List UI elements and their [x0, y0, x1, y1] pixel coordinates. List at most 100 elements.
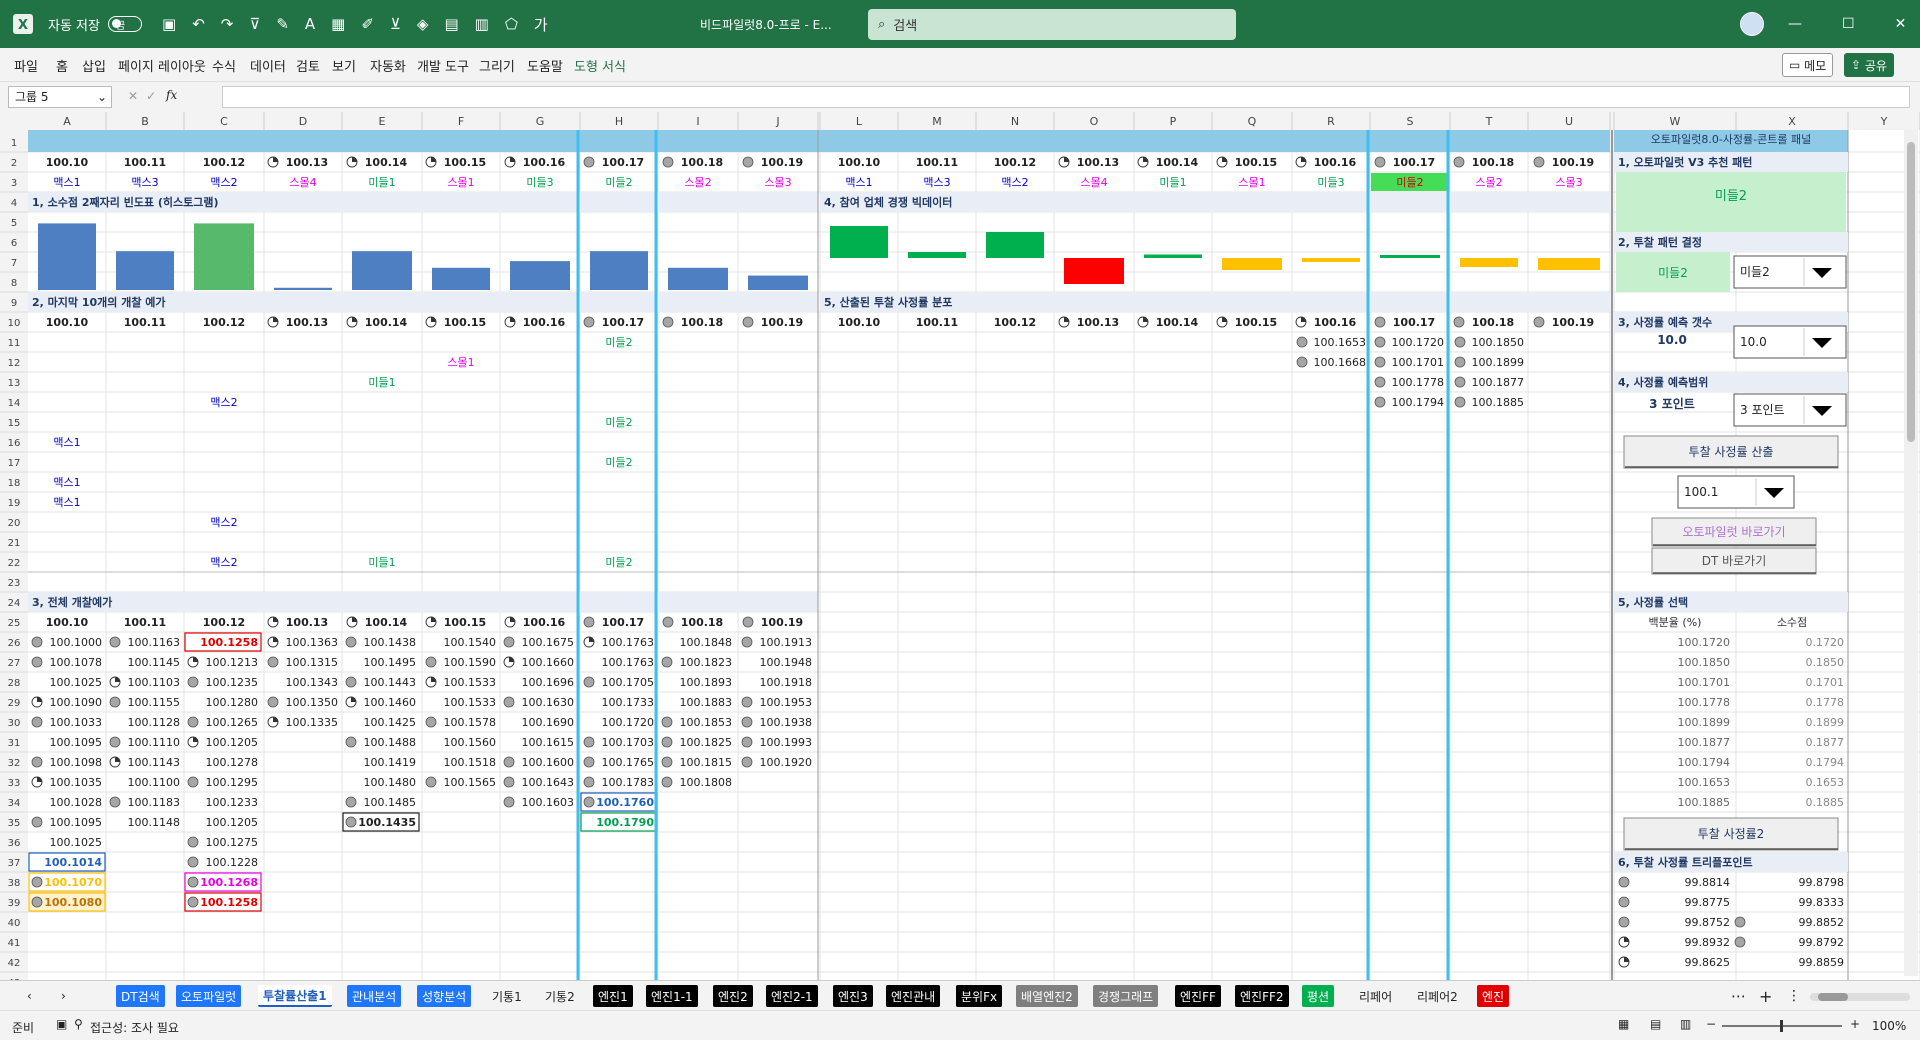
menu-7[interactable]: 보기: [332, 56, 356, 75]
hdr-25-5: 100.15: [444, 616, 486, 629]
sheet-tab-4[interactable]: 성향분석: [417, 985, 472, 1007]
hdr-2-7: 100.17: [602, 156, 644, 169]
sheet-tab-18[interactable]: 평션: [1302, 985, 1335, 1007]
page-layout-icon[interactable]: ▤: [1650, 1017, 1661, 1031]
sheet-tab-0[interactable]: DT검색: [116, 985, 165, 1007]
avatar[interactable]: [1740, 12, 1764, 36]
all-value-E: 100.1419: [364, 756, 417, 769]
undo-icon[interactable]: ↶: [192, 15, 205, 33]
formula-input[interactable]: [222, 86, 1910, 108]
sheet-tab-3[interactable]: 관내분석: [347, 985, 402, 1007]
fill-color-icon[interactable]: ◈: [417, 15, 429, 33]
prev-sheet-icon[interactable]: ‹: [22, 985, 37, 1007]
edit-icon[interactable]: ✐: [361, 15, 374, 33]
sheet-tab-17[interactable]: 엔진FF2: [1235, 985, 1289, 1007]
sheet-tab-1[interactable]: 오토파일럿: [176, 985, 242, 1007]
save-icon[interactable]: ▣: [162, 15, 176, 33]
borders-icon[interactable]: ▦: [331, 15, 345, 33]
more-sheets-icon[interactable]: ⋯: [1726, 985, 1751, 1007]
text-size-icon[interactable]: 가: [534, 14, 548, 35]
page-break-icon[interactable]: ▥: [1680, 1017, 1691, 1031]
sheet-tab-9[interactable]: 엔진2: [713, 985, 753, 1007]
pattern-left-9: 스몰3: [764, 176, 791, 189]
menu-4[interactable]: 수식: [212, 56, 236, 75]
status-circle-icon: [583, 796, 595, 808]
clear-filter-icon[interactable]: ⊻: [390, 15, 401, 33]
redo-icon[interactable]: ↷: [221, 15, 234, 33]
sheet-tab-16[interactable]: 엔진FF: [1175, 985, 1221, 1007]
autosave-toggle[interactable]: [107, 16, 142, 32]
zoom-level[interactable]: 100%: [1872, 1019, 1906, 1033]
cancel-icon[interactable]: ✕: [128, 89, 138, 103]
menu-10[interactable]: 그리기: [479, 56, 515, 75]
name-box[interactable]: 그룹 5 ⌄: [8, 86, 112, 108]
macro-icon[interactable]: ▣: [56, 1017, 67, 1031]
sheet-tab-19[interactable]: 리페어: [1354, 985, 1398, 1007]
menu-6[interactable]: 검토: [296, 56, 320, 75]
share-button[interactable]: ⇪ 공유: [1844, 53, 1894, 77]
status-circle-icon: [503, 776, 515, 788]
close-icon[interactable]: ✕: [1895, 16, 1907, 32]
sheet-tab-11[interactable]: 엔진3: [833, 985, 873, 1007]
sheet-tab-7[interactable]: 엔진1: [593, 985, 633, 1007]
sheet-tab-10[interactable]: 엔진2-1: [766, 985, 818, 1007]
maximize-icon[interactable]: ☐: [1842, 16, 1855, 32]
sheet-tab-15[interactable]: 경쟁그래프: [1093, 985, 1159, 1007]
sheet-tab-13[interactable]: 분위Fx: [956, 985, 1003, 1007]
minimize-icon[interactable]: —: [1788, 16, 1802, 32]
next-sheet-icon[interactable]: ›: [56, 985, 71, 1007]
sheet-tab-6[interactable]: 기통2: [540, 985, 580, 1007]
zoom-out-icon[interactable]: −: [1706, 1017, 1716, 1031]
enter-icon[interactable]: ✓: [146, 89, 156, 103]
sheet-tab-2[interactable]: 투찰률산출1: [258, 985, 332, 1007]
fx-icon[interactable]: fx: [166, 88, 177, 102]
menu-12[interactable]: 도형 서식: [574, 56, 626, 75]
sheet-tab-14[interactable]: 배열엔진2: [1016, 985, 1078, 1007]
menu-8[interactable]: 자동화: [370, 56, 406, 75]
status-circle-icon: [425, 716, 437, 728]
worksheet-grid[interactable]: A B C D E F G H I J L M N O P Q R S T U W X Y 1 2 3 4 5 6 7 8 9 10 11 12 13…: [0, 112, 1920, 980]
normal-view-icon[interactable]: ▦: [1618, 1017, 1629, 1031]
zoom-in-icon[interactable]: +: [1850, 1017, 1860, 1031]
menu-1[interactable]: 홈: [56, 56, 68, 75]
all-value-C: 100.1295: [206, 776, 259, 789]
row-header-5: 5: [11, 218, 17, 229]
shape-icon[interactable]: ⬠: [505, 15, 518, 33]
sheet-tab-20[interactable]: 리페어2: [1412, 985, 1463, 1007]
accessibility-status[interactable]: 접근성: 조사 필요: [90, 1019, 179, 1036]
last10-label: 맥스1: [53, 436, 80, 449]
hdr-10-0: 100.10: [838, 316, 881, 329]
merge-icon[interactable]: ▤: [444, 15, 458, 33]
format-painter-icon[interactable]: ✎: [276, 15, 289, 33]
menu-3[interactable]: 페이지 레이아웃: [118, 56, 206, 75]
chevron-down-icon[interactable]: ⌄: [97, 87, 107, 107]
status-circle-icon: [187, 836, 199, 848]
menu-5[interactable]: 데이터: [250, 56, 286, 75]
panel-h6: 6, 투찰 사정률 트리플포인트: [1618, 855, 1753, 869]
horizontal-scrollbar[interactable]: [1810, 993, 1910, 1001]
accessibility-icon[interactable]: ⚲: [74, 1017, 83, 1031]
sheet-canvas[interactable]: A B C D E F G H I J L M N O P Q R S T U W X Y12345678910111213…: [0, 112, 1920, 980]
sheet-tab-5[interactable]: 기통1: [487, 985, 527, 1007]
search-box[interactable]: ⌕ 검색: [868, 9, 1236, 40]
quarter-fill: [510, 617, 515, 622]
chart-icon[interactable]: ▥: [475, 15, 489, 33]
menu-11[interactable]: 도움말: [527, 56, 563, 75]
filter-icon[interactable]: ⊽: [249, 15, 260, 33]
panel-title: 오토파일럿8.0-사정률-콘트롤 패널: [1651, 132, 1812, 146]
sheet-tab-21[interactable]: 엔진: [1477, 985, 1510, 1007]
sheet-tab-12[interactable]: 엔진관내: [886, 985, 941, 1007]
menu-0[interactable]: 파일: [14, 56, 38, 75]
scroll-thumb[interactable]: [1907, 142, 1915, 442]
sheet-tab-8[interactable]: 엔진1-1: [646, 985, 698, 1007]
add-sheet-icon[interactable]: +: [1754, 985, 1777, 1007]
font-icon[interactable]: A: [305, 15, 315, 33]
sheet-menu-icon[interactable]: ⋮: [1782, 985, 1806, 1007]
zoom-slider[interactable]: [1722, 1020, 1842, 1032]
status-circle-icon: [1374, 376, 1386, 388]
menu-2[interactable]: 삽입: [82, 56, 106, 75]
pattern-left-0: 맥스1: [53, 176, 80, 189]
menu-9[interactable]: 개발 도구: [417, 56, 469, 75]
memo-button[interactable]: ▭ 메모: [1782, 53, 1834, 77]
histogram-bar: [590, 251, 648, 290]
